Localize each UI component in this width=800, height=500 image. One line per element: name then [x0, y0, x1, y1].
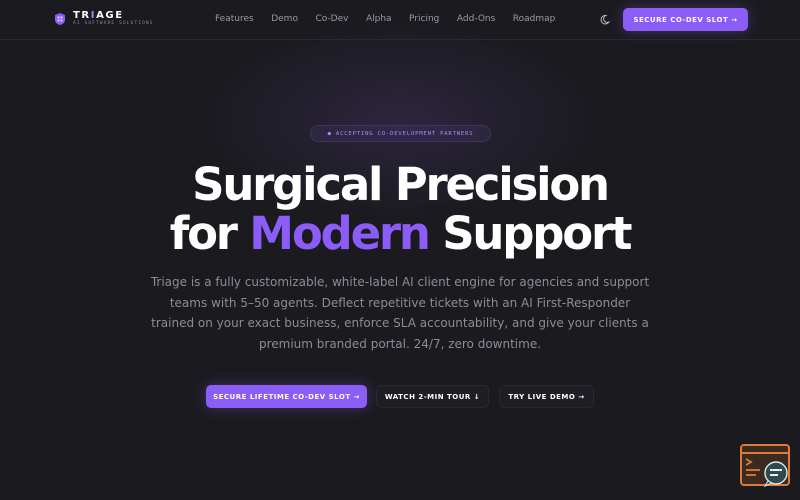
headline-line-1: Surgical Precision	[192, 158, 610, 211]
nav-item-features[interactable]: Features	[215, 13, 254, 25]
nav-item-roadmap[interactable]: Roadmap	[513, 13, 556, 25]
headline-line-2: for Modern Support	[169, 207, 633, 260]
partners-badge: ● ACCEPTING CO-DEVELOPMENT PARTNERS	[310, 125, 491, 142]
brand-text: TRIAGE AI SOFTWARE SOLUTIONS	[73, 10, 154, 27]
brand-logo[interactable]: TRIAGE AI SOFTWARE SOLUTIONS	[53, 10, 154, 27]
secure-lifetime-slot-button[interactable]: SECURE LIFETIME CO-DEV SLOT →	[206, 385, 367, 408]
nav-item-demo[interactable]: Demo	[271, 13, 298, 25]
brand-tagline: AI SOFTWARE SOLUTIONS	[73, 21, 154, 26]
site-header: TRIAGE AI SOFTWARE SOLUTIONS Features De…	[0, 0, 800, 40]
nav-item-alpha[interactable]: Alpha	[366, 13, 392, 25]
main-nav: Features Demo Co-Dev Alpha Pricing Add-O…	[215, 13, 573, 25]
nav-item-pricing[interactable]: Pricing	[409, 13, 439, 25]
puzzle-shield-icon	[55, 12, 65, 25]
nav-item-add-ons[interactable]: Add-Ons	[457, 13, 495, 25]
terminal-chat-widget-icon[interactable]	[740, 444, 792, 488]
try-live-demo-button[interactable]: TRY LIVE DEMO →	[499, 385, 594, 408]
hero-description: Triage is a fully customizable, white-la…	[150, 275, 650, 351]
nav-item-co-dev[interactable]: Co-Dev	[315, 13, 348, 25]
headline-accent-word: Modern	[249, 207, 431, 260]
secure-co-dev-slot-button[interactable]: SECURE CO-DEV SLOT →	[623, 8, 748, 31]
brand-name: TRIAGE	[73, 10, 124, 21]
moon-icon[interactable]	[600, 13, 613, 26]
watch-tour-button[interactable]: WATCH 2-MIN TOUR ↓	[376, 385, 489, 408]
